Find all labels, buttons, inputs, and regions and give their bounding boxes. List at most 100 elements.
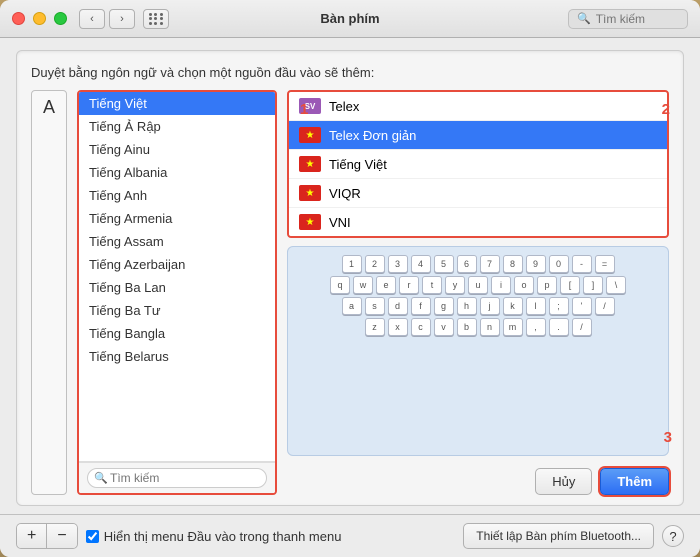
search-input[interactable] [596, 12, 686, 26]
kb-key-period[interactable]: . [549, 318, 569, 336]
kb-key-o[interactable]: o [514, 276, 534, 294]
language-item-azerbaijani[interactable]: Tiếng Azerbaijan [79, 253, 275, 276]
kb-key-7[interactable]: 7 [480, 255, 500, 273]
kb-key-f[interactable]: f [411, 297, 431, 315]
kb-key-y[interactable]: y [445, 276, 465, 294]
grid-button[interactable] [143, 9, 169, 29]
search-box[interactable]: 🔍 [568, 9, 688, 29]
kb-key-t[interactable]: t [422, 276, 442, 294]
input-item-tieng-viet[interactable]: ★ Tiếng Việt [289, 150, 667, 179]
viqr-label: VIQR [329, 186, 361, 201]
kb-row-numbers: 1 2 3 4 5 6 7 8 9 0 - = [296, 255, 660, 273]
kb-key-x[interactable]: x [388, 318, 408, 336]
kb-key-b[interactable]: b [457, 318, 477, 336]
minimize-button[interactable] [33, 12, 46, 25]
kb-key-6[interactable]: 6 [457, 255, 477, 273]
input-item-viqr[interactable]: ★ VIQR [289, 179, 667, 208]
kb-key-h[interactable]: h [457, 297, 477, 315]
kb-key-2[interactable]: 2 [365, 255, 385, 273]
kb-key-8[interactable]: 8 [503, 255, 523, 273]
kb-key-comma[interactable]: , [526, 318, 546, 336]
kb-key-r[interactable]: r [399, 276, 419, 294]
kb-key-v[interactable]: v [434, 318, 454, 336]
kb-key-slash[interactable]: / [572, 318, 592, 336]
kb-key-rbracket[interactable]: ] [583, 276, 603, 294]
input-item-telex-don-gian[interactable]: ★ Telex Đơn giản [289, 121, 667, 150]
language-item-english[interactable]: Tiếng Anh [79, 184, 275, 207]
kb-row-zxcv: z x c v b n m , . / [296, 318, 660, 336]
input-item-vni[interactable]: ★ VNI [289, 208, 667, 236]
kb-key-e[interactable]: e [376, 276, 396, 294]
forward-button[interactable]: › [109, 9, 135, 29]
kb-key-a[interactable]: a [342, 297, 362, 315]
kb-key-quote[interactable]: ' [572, 297, 592, 315]
bluetooth-button[interactable]: Thiết lập Bàn phím Bluetooth... [463, 523, 654, 549]
language-item-arabic[interactable]: Tiếng Ả Rập [79, 115, 275, 138]
kb-key-m[interactable]: m [503, 318, 523, 336]
show-menu-checkbox-label[interactable]: Hiển thị menu Đầu vào trong thanh menu [86, 529, 342, 544]
add-remove-btns: + − [16, 523, 78, 549]
cancel-button[interactable]: Hủy [535, 468, 592, 495]
kb-key-k[interactable]: k [503, 297, 523, 315]
kb-key-w[interactable]: w [353, 276, 373, 294]
kb-key-1[interactable]: 1 [342, 255, 362, 273]
kb-key-i[interactable]: i [491, 276, 511, 294]
language-item-polish[interactable]: Tiếng Ba Lan [79, 276, 275, 299]
kb-key-equal[interactable]: = [595, 255, 615, 273]
kb-key-g[interactable]: g [434, 297, 454, 315]
kb-key-0[interactable]: 0 [549, 255, 569, 273]
kb-key-backslash[interactable]: \ [606, 276, 626, 294]
kb-key-d[interactable]: d [388, 297, 408, 315]
tieng-viet-flag: ★ [299, 156, 321, 172]
language-item-albanian[interactable]: Tiếng Albania [79, 161, 275, 184]
traffic-lights [12, 12, 67, 25]
kb-key-p[interactable]: p [537, 276, 557, 294]
input-sources-panel: SV Telex ★ Telex Đơn giản ★ Tiếng Việt [287, 90, 669, 495]
a-icon: A [43, 97, 55, 118]
lang-search-icon: 🔍 [94, 472, 108, 485]
close-button[interactable] [12, 12, 25, 25]
kb-key-q[interactable]: q [330, 276, 350, 294]
language-item-belarusian[interactable]: Tiếng Belarus [79, 345, 275, 368]
language-item-bengali[interactable]: Tiếng Bangla [79, 322, 275, 345]
language-item-assam[interactable]: Tiếng Assam [79, 230, 275, 253]
kb-row-asdf: a s d f g h j k l ; ' / [296, 297, 660, 315]
kb-key-n[interactable]: n [480, 318, 500, 336]
kb-key-s[interactable]: s [365, 297, 385, 315]
kb-key-z[interactable]: z [365, 318, 385, 336]
kb-key-lbracket[interactable]: [ [560, 276, 580, 294]
lang-search-input[interactable] [87, 468, 267, 488]
kb-key-4[interactable]: 4 [411, 255, 431, 273]
kb-key-j[interactable]: j [480, 297, 500, 315]
input-list: SV Telex ★ Telex Đơn giản ★ Tiếng Việt [287, 90, 669, 238]
kb-key-l[interactable]: l [526, 297, 546, 315]
window-title: Bàn phím [320, 11, 379, 26]
help-button[interactable]: ? [662, 525, 684, 547]
kb-key-c[interactable]: c [411, 318, 431, 336]
kb-row-qwerty: q w e r t y u i o p [ ] \ [296, 276, 660, 294]
add-source-button[interactable]: + [17, 524, 47, 548]
annotation-3: 3 [664, 429, 672, 446]
remove-source-button[interactable]: − [47, 524, 76, 548]
language-item-persian[interactable]: Tiếng Ba Tư [79, 299, 275, 322]
language-item-viet[interactable]: Tiếng Việt [79, 92, 275, 115]
language-item-ainu[interactable]: Tiếng Ainu [79, 138, 275, 161]
kb-key-9[interactable]: 9 [526, 255, 546, 273]
kb-key-semicolon[interactable]: ; [549, 297, 569, 315]
kb-key-slash2[interactable]: / [595, 297, 615, 315]
language-item-armenian[interactable]: Tiếng Armenia [79, 207, 275, 230]
kb-key-3[interactable]: 3 [388, 255, 408, 273]
maximize-button[interactable] [54, 12, 67, 25]
input-item-telex[interactable]: SV Telex [289, 92, 667, 121]
show-menu-checkbox[interactable] [86, 530, 99, 543]
vni-label: VNI [329, 215, 351, 230]
kb-key-minus[interactable]: - [572, 255, 592, 273]
kb-key-5[interactable]: 5 [434, 255, 454, 273]
add-button[interactable]: Thêm [600, 468, 669, 495]
kb-key-u[interactable]: u [468, 276, 488, 294]
bottom-buttons: Hủy Thêm [287, 468, 669, 495]
telex-don-gian-label: Telex Đơn giản [329, 128, 416, 143]
back-button[interactable]: ‹ [79, 9, 105, 29]
language-list-scroll[interactable]: Tiếng Việt Tiếng Ả Rập Tiếng Ainu Tiếng … [79, 92, 275, 462]
keyboard-preview: 1 2 3 4 5 6 7 8 9 0 - = [287, 246, 669, 456]
